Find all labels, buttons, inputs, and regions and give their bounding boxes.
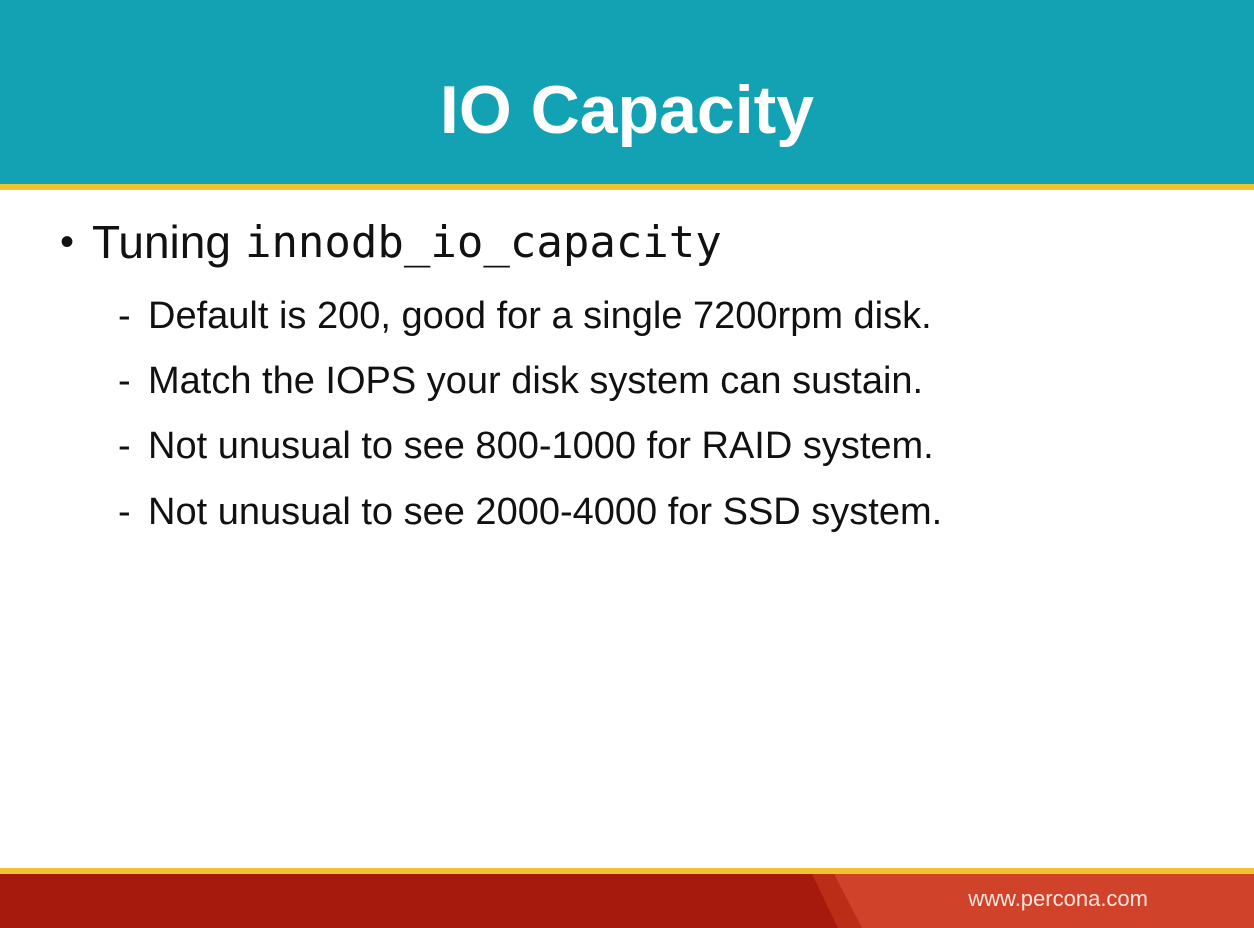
sub-item-text: Default is 200, good for a single 7200rp… — [148, 294, 932, 337]
sub-item: - Default is 200, good for a single 7200… — [118, 290, 932, 342]
sub-item-text: Match the IOPS your disk system can sust… — [148, 359, 924, 402]
dash-icon: - — [118, 294, 131, 337]
bullet-icon: • — [60, 219, 75, 264]
sub-item: - Not unusual to see 800-1000 for RAID s… — [118, 420, 934, 472]
dash-icon: - — [118, 359, 131, 402]
slide-footer: www.percona.com — [0, 874, 1254, 928]
sub-item: - Match the IOPS your disk system can su… — [118, 355, 923, 407]
sub-item: - Not unusual to see 2000-4000 for SSD s… — [118, 486, 942, 538]
dash-icon: - — [118, 424, 131, 467]
bullet-item: • Tuning innodb_io_capacity — [60, 212, 722, 272]
footer-url: www.percona.com — [968, 886, 1148, 911]
slide-content: • Tuning innodb_io_capacity - Default is… — [0, 0, 1254, 868]
bullet-lead-text: Tuning — [92, 216, 231, 268]
sub-item-text: Not unusual to see 2000-4000 for SSD sys… — [148, 490, 943, 533]
sub-item-text: Not unusual to see 800-1000 for RAID sys… — [148, 424, 934, 467]
dash-icon: - — [118, 490, 131, 533]
bullet-code-text: innodb_io_capacity — [244, 216, 722, 268]
